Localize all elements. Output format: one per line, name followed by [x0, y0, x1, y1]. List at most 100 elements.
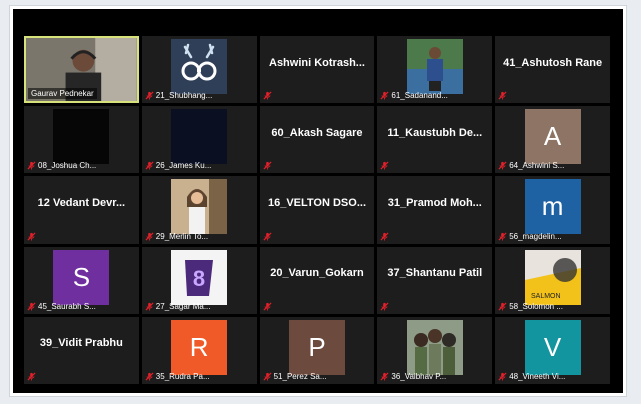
profile-picture — [171, 39, 228, 94]
participant-label-text: 45_Saurabh S... — [38, 301, 96, 311]
participant-tile[interactable]: Gaurav Pednekar — [24, 36, 139, 104]
participant-tile[interactable]: 39_Vidit Prabhu — [24, 316, 139, 384]
participant-name: 45_Saurabh S... — [27, 302, 96, 311]
participant-name: 56_magdelin... — [498, 231, 562, 241]
participant-name: 64_Ashwini S... — [498, 161, 564, 170]
participant-label-text: 35_Rudra Pa... — [155, 371, 210, 381]
participant-label-text: Gaurav Pednekar — [31, 89, 94, 99]
muted-mic-icon — [498, 232, 507, 241]
participant-tile[interactable]: Ashwini Kotrash... — [259, 36, 375, 104]
participant-name-title: 11_Kaustubh De... — [387, 126, 483, 139]
participant-name-title: 41_Ashutosh Rane — [503, 56, 603, 69]
participant-tile[interactable]: m 56_magdelin... — [495, 176, 610, 244]
avatar-letter: A — [524, 109, 581, 165]
participant-name: Gaurav Pednekar — [28, 88, 97, 100]
muted-mic-icon — [498, 91, 507, 100]
participant-tile[interactable]: A 64_Ashwini S... — [495, 106, 610, 174]
participant-name: 48_Vineeth Vi... — [498, 372, 565, 381]
muted-mic-icon — [380, 372, 389, 381]
muted-mic-icon — [263, 232, 272, 241]
muted-mic-icon — [145, 161, 154, 170]
profile-picture — [171, 179, 228, 235]
participant-label-text: 48_Vineeth Vi... — [509, 371, 566, 381]
participant-label-text: 29_Merlin To... — [155, 231, 209, 241]
muted-mic-icon — [498, 161, 507, 170]
avatar-letter: V — [524, 319, 581, 375]
muted-mic-icon — [380, 91, 389, 100]
picture-text: SALMON — [531, 293, 561, 300]
participant-tile[interactable]: R 35_Rudra Pa... — [141, 316, 257, 384]
participant-name: 21_Shubhang... — [145, 91, 213, 101]
muted-mic-icon — [145, 91, 154, 100]
participant-tile[interactable]: 20_Varun_Gokarn — [259, 246, 375, 314]
participant-label-text: 64_Ashwini S... — [509, 161, 565, 171]
participant-name: 36_Vaibhav P... — [380, 372, 446, 381]
participant-name: 61_Sadanand... — [380, 91, 448, 100]
profile-picture: 8 — [171, 249, 228, 305]
muted-mic-icon — [263, 91, 272, 100]
participant-name-title: 60_Akash Sagare — [271, 126, 363, 139]
participant-status — [380, 232, 389, 241]
svg-text:8: 8 — [193, 266, 205, 291]
participant-tile[interactable]: 60_Akash Sagare — [259, 106, 375, 174]
participant-status — [27, 372, 36, 381]
participant-name-title: 37_Shantanu Patil — [387, 267, 483, 280]
participant-status — [263, 302, 272, 311]
muted-mic-icon — [263, 372, 272, 381]
participant-name-title: 12 Vedant Devr... — [37, 196, 126, 209]
participant-tile[interactable]: 31_Pramod Moh... — [377, 176, 493, 244]
participant-label-text: 27_Sagar Ma... — [155, 301, 211, 311]
muted-mic-icon — [380, 161, 389, 170]
participant-label-text: 61_Sadanand... — [391, 91, 448, 101]
participant-tile[interactable]: SALMON 58_Solomon ... — [495, 246, 610, 314]
participant-tile[interactable]: 11_Kaustubh De... — [377, 106, 493, 174]
participant-tile[interactable]: V 48_Vineeth Vi... — [495, 316, 610, 384]
participant-tile[interactable]: 21_Shubhang... — [141, 36, 257, 104]
participant-tile[interactable]: 16_VELTON DSO... — [259, 176, 375, 244]
profile-picture — [406, 39, 463, 94]
muted-mic-icon — [145, 232, 154, 241]
muted-mic-icon — [263, 302, 272, 311]
participant-name-title: Ashwini Kotrash... — [269, 56, 365, 69]
participant-label-text: 51_Perez Sa... — [273, 371, 327, 381]
profile-picture — [171, 109, 228, 165]
participant-tile[interactable]: P 51_Perez Sa... — [259, 316, 375, 384]
participant-name: 27_Sagar Ma... — [145, 302, 211, 311]
participant-tile[interactable]: 26_James Ku... — [141, 106, 257, 174]
participant-tile[interactable]: 61_Sadanand... — [377, 36, 493, 104]
participant-label-text: 58_Solomon ... — [509, 301, 563, 311]
profile-picture — [53, 109, 110, 165]
muted-mic-icon — [145, 372, 154, 381]
participant-name: 08_Joshua Ch... — [27, 161, 96, 170]
profile-picture: SALMON — [524, 249, 581, 305]
muted-mic-icon — [27, 232, 36, 241]
participant-tile[interactable]: 41_Ashutosh Rane — [495, 36, 610, 104]
participant-name-title: 20_Varun_Gokarn — [270, 267, 364, 280]
participant-tile[interactable]: 36_Vaibhav P... — [377, 316, 493, 384]
participant-tile[interactable]: 29_Merlin To... — [141, 176, 257, 244]
muted-mic-icon — [380, 302, 389, 311]
participant-status — [27, 232, 36, 241]
avatar-letter: R — [171, 319, 228, 375]
participant-name-title: 16_VELTON DSO... — [267, 196, 366, 209]
muted-mic-icon — [380, 232, 389, 241]
participant-tile[interactable]: 8 27_Sagar Ma... — [141, 246, 257, 314]
participant-name: 58_Solomon ... — [498, 302, 563, 311]
participant-name: 35_Rudra Pa... — [145, 372, 210, 381]
participant-status — [263, 161, 272, 170]
participant-tile[interactable]: 12 Vedant Devr... — [24, 176, 139, 244]
participant-status — [380, 302, 389, 311]
participant-tile[interactable]: S 45_Saurabh S... — [24, 246, 139, 314]
participant-label-text: 56_magdelin... — [509, 231, 562, 241]
participant-name-title: 31_Pramod Moh... — [387, 196, 482, 209]
participant-status — [263, 91, 272, 100]
participant-tile[interactable]: 08_Joshua Ch... — [24, 106, 139, 174]
participant-status — [380, 161, 389, 170]
muted-mic-icon — [27, 161, 36, 170]
muted-mic-icon — [145, 302, 154, 311]
participant-tile[interactable]: 37_Shantanu Patil — [377, 246, 493, 314]
muted-mic-icon — [498, 302, 507, 311]
participant-label-text: 21_Shubhang... — [155, 91, 213, 101]
avatar-letter: P — [288, 319, 345, 375]
muted-mic-icon — [27, 302, 36, 311]
